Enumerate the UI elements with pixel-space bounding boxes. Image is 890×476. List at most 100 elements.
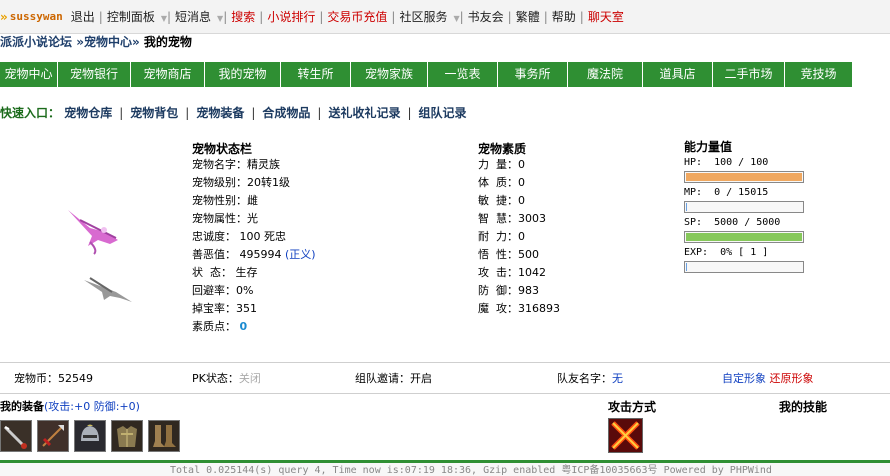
footer: Total 0.025144(s) query 4, Time now is:0… xyxy=(0,460,890,476)
nav-tab-7[interactable]: 事务所 xyxy=(498,62,568,87)
quick-link-0[interactable]: 宠物仓库 xyxy=(64,106,112,120)
team-value[interactable]: 开启 xyxy=(410,372,432,385)
breadcrumb-separator: » xyxy=(131,35,144,49)
nav-tab-1[interactable]: 宠物银行 xyxy=(58,62,131,87)
quality-value: 500 xyxy=(518,248,539,261)
ability-title: 能力量值 xyxy=(684,140,733,154)
mate-value: 无 xyxy=(612,372,623,385)
exp-bar xyxy=(684,261,804,273)
nav-tab-5[interactable]: 宠物家族 xyxy=(351,62,428,87)
username-link[interactable]: sussywan xyxy=(10,10,63,23)
pet-evade-value: 0% xyxy=(236,284,254,297)
pet-points-value[interactable]: 0 xyxy=(240,320,248,333)
link-separator: | xyxy=(407,106,412,120)
quality-row: 耐 力：0 xyxy=(478,228,560,246)
breadcrumb: 派派小说论坛 »宠物中心» 我的宠物 xyxy=(0,33,192,50)
top-link-2[interactable]: 短消息 xyxy=(171,10,215,24)
nav-tab-3[interactable]: 我的宠物 xyxy=(205,62,281,87)
top-link-10[interactable]: 聊天室 xyxy=(584,10,628,24)
quick-link-4[interactable]: 送礼收礼记录 xyxy=(328,106,400,120)
top-link-4[interactable]: 小说排行 xyxy=(263,10,319,24)
nav-tab-9[interactable]: 道具店 xyxy=(643,62,713,87)
quality-row: 防 御：983 xyxy=(478,282,560,300)
pet-loyalty-value: 100 死忠 xyxy=(239,230,287,243)
pet-treasure-value: 351 xyxy=(236,302,257,315)
top-link-6[interactable]: 社区服务 xyxy=(395,10,451,24)
pk-value[interactable]: 关闭 xyxy=(239,372,261,385)
mate-status: 队友名字：无 xyxy=(557,370,623,386)
quality-row: 魔 攻：316893 xyxy=(478,300,560,318)
coins-value: 52549 xyxy=(58,372,93,385)
fire-cross-icon[interactable] xyxy=(608,418,643,453)
pet-name-label: 宠物名字： xyxy=(192,158,247,171)
pet-points-label: 素质点： xyxy=(192,320,240,333)
top-link-7[interactable]: 书友会 xyxy=(464,10,508,24)
exp-text: EXP: 0% [ 1 ] xyxy=(684,247,769,258)
boots-icon[interactable] xyxy=(148,420,180,452)
quality-value: 0 xyxy=(518,230,525,243)
custom-look-link[interactable]: 自定形象 xyxy=(722,372,766,385)
nav-tab-2[interactable]: 宠物商店 xyxy=(131,62,205,87)
quality-row: 敏 捷：0 xyxy=(478,192,560,210)
pet-level-value: 20转1级 xyxy=(247,176,290,189)
pet-points-row: 素质点： 0 xyxy=(192,318,316,336)
quality-row: 力 量：0 xyxy=(478,156,560,174)
spear-icon[interactable] xyxy=(37,420,69,452)
breadcrumb-pet-center-link[interactable]: 宠物中心 xyxy=(84,35,132,49)
top-link-0[interactable]: 退出 xyxy=(67,10,99,24)
armor-icon[interactable] xyxy=(111,420,143,452)
nav-tab-6[interactable]: 一览表 xyxy=(428,62,498,87)
pet-name-value: 精灵族 xyxy=(247,158,280,171)
pk-status: PK状态：关闭 xyxy=(192,370,261,386)
top-link-5[interactable]: 交易币充值 xyxy=(323,10,391,24)
restore-look-link[interactable]: 还原形象 xyxy=(770,372,814,385)
link-separator: | xyxy=(119,106,124,120)
quality-value: 0 xyxy=(518,176,525,189)
pet-treasure-label: 掉宝率： xyxy=(192,302,236,315)
quick-links-label: 快速入口： xyxy=(0,106,61,120)
top-link-8[interactable]: 繁體 xyxy=(512,10,544,24)
nav-tab-10[interactable]: 二手市场 xyxy=(713,62,785,87)
sword-icon[interactable] xyxy=(0,420,32,452)
top-link-1[interactable]: 控制面板 xyxy=(103,10,159,24)
link-separator: | xyxy=(185,106,190,120)
quick-link-1[interactable]: 宠物背包 xyxy=(130,106,178,120)
helmet-icon[interactable] xyxy=(74,420,106,452)
breadcrumb-separator: » xyxy=(72,35,84,49)
pet-gender-row: 宠物性别：雌 xyxy=(192,192,316,210)
quick-link-3[interactable]: 合成物品 xyxy=(262,106,310,120)
nav-tab-0[interactable]: 宠物中心 xyxy=(0,62,58,87)
skills-title: 我的技能 xyxy=(779,400,828,414)
exp-bar-fill xyxy=(686,263,687,271)
link-separator: | xyxy=(251,106,256,120)
pet-level-row: 宠物级别：20转1级 xyxy=(192,174,316,192)
pet-name-row: 宠物名字：精灵族 xyxy=(192,156,316,174)
pet-evade-label: 回避率： xyxy=(192,284,236,297)
pet-gender-label: 宠物性别： xyxy=(192,194,247,207)
pet-karma-label: 善恶值： xyxy=(192,248,240,261)
top-toolbar: » sussywan 退出 | 控制面板 ▼| 短消息 ▼| 搜索 | 小说排行 | 交易币充值 | 社… xyxy=(0,0,890,34)
pet-status-panel: 宠物状态栏 宠物名字：精灵族 宠物级别：20转1级 宠物性别：雌 宠物属性：光 … xyxy=(192,140,316,336)
divider xyxy=(0,362,890,363)
quick-links: 快速入口： 宠物仓库 | 宠物背包 | 宠物装备 | 合成物品 | 送礼收礼记录 | 组队记录 xyxy=(0,104,467,121)
quality-row: 体 质：0 xyxy=(478,174,560,192)
top-link-3[interactable]: 搜索 xyxy=(227,10,259,24)
pet-karma-value: 495994 xyxy=(239,248,282,261)
breadcrumb-forum-link[interactable]: 派派小说论坛 xyxy=(0,35,72,49)
equipment-title: 我的装备 xyxy=(0,400,44,413)
quality-label: 耐 力： xyxy=(478,230,518,243)
quick-link-5[interactable]: 组队记录 xyxy=(419,106,467,120)
mp-text: MP: 0 / 15015 xyxy=(684,187,769,198)
nav-tab-4[interactable]: 转生所 xyxy=(281,62,351,87)
pet-level-label: 宠物级别： xyxy=(192,176,247,189)
quality-value: 3003 xyxy=(518,212,546,225)
quick-link-2[interactable]: 宠物装备 xyxy=(196,106,244,120)
team-label: 组队邀请： xyxy=(355,372,410,385)
quality-label: 敏 捷： xyxy=(478,194,518,207)
nav-tab-8[interactable]: 魔法院 xyxy=(568,62,643,87)
sp-text: SP: 5000 / 5000 xyxy=(684,217,781,228)
mp-bar xyxy=(684,201,804,213)
equipment-stats: (攻击:+0 防御:+0) xyxy=(44,400,140,413)
top-link-9[interactable]: 帮助 xyxy=(548,10,580,24)
nav-tab-11[interactable]: 竞技场 xyxy=(785,62,853,87)
